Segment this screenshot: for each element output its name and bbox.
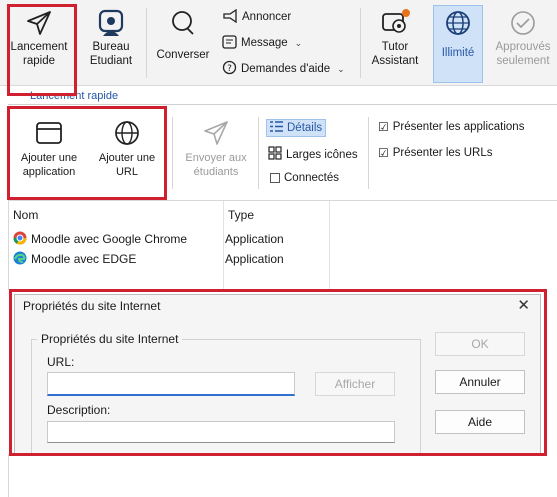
- show-button[interactable]: Afficher: [315, 372, 395, 396]
- tutor-gear-icon: [379, 6, 411, 40]
- show-applications-checkbox[interactable]: ☑ Présenter les applications: [378, 120, 524, 134]
- connected-checkbox-box[interactable]: [270, 173, 280, 183]
- converse-label: Converser: [156, 49, 210, 61]
- send-to-students-label: Envoyer aux étudiants: [185, 152, 247, 178]
- send-to-students-button[interactable]: Envoyer aux étudiants: [178, 115, 254, 179]
- list-continuation: [8, 454, 557, 497]
- message-icon: [222, 34, 237, 52]
- column-header-type[interactable]: Type: [228, 208, 254, 222]
- large-icons-view-button[interactable]: Larges icônes: [268, 146, 358, 163]
- connected-checkbox[interactable]: Connectés: [270, 172, 339, 184]
- show-applications-check[interactable]: ☑: [378, 120, 389, 134]
- add-url-button[interactable]: Ajouter une URL: [92, 115, 162, 179]
- cancel-button-label: Annuler: [459, 375, 501, 389]
- message-label: Message: [241, 37, 288, 49]
- unlimited-button[interactable]: Illimité: [433, 5, 483, 83]
- ribbon-toolbar: Lancement rapide Bureau Etudiant Convers…: [0, 0, 557, 86]
- url-label: URL:: [47, 355, 75, 369]
- cancel-button[interactable]: Annuler: [435, 370, 525, 394]
- list-item-type: Application: [225, 252, 284, 266]
- dialog-title: Propriétés du site Internet: [23, 299, 161, 313]
- details-list-icon: [270, 121, 283, 135]
- show-urls-label: Présenter les URLs: [392, 147, 493, 159]
- quick-launch-toolbar: Ajouter une application Ajouter une URL …: [8, 104, 557, 200]
- unlimited-label: Illimité: [441, 47, 475, 59]
- ribbon-divider: [146, 8, 147, 78]
- chrome-icon: [13, 231, 27, 248]
- quick-launch-tab-label: Lancement rapide: [30, 90, 119, 102]
- description-label: Description:: [47, 403, 111, 417]
- help-button[interactable]: Aide: [435, 410, 525, 434]
- help-circle-icon: ?: [222, 60, 237, 78]
- toolbar-divider: [258, 117, 259, 189]
- description-input[interactable]: [47, 421, 395, 443]
- add-application-button[interactable]: Ajouter une application: [12, 115, 86, 179]
- application-list: Nom Type Moodle avec Google Chrome Appli…: [8, 200, 557, 291]
- quick-launch-button[interactable]: Lancement rapide: [4, 6, 74, 80]
- edge-icon: [13, 251, 27, 268]
- globe-icon: [113, 115, 141, 151]
- connected-label: Connectés: [284, 172, 339, 184]
- add-url-label: Ajouter une URL: [98, 152, 156, 178]
- show-button-label: Afficher: [334, 377, 376, 391]
- student-desktop-icon: [96, 6, 126, 40]
- message-button[interactable]: Message ⌄: [222, 34, 302, 52]
- close-icon[interactable]: ✕: [517, 296, 530, 314]
- ribbon-divider: [360, 8, 361, 78]
- show-urls-check[interactable]: ☑: [378, 146, 389, 160]
- chevron-down-icon: ⌄: [294, 37, 303, 48]
- check-circle-icon: [508, 6, 538, 40]
- converse-button[interactable]: Converser: [152, 6, 214, 80]
- list-item[interactable]: Moodle avec Google Chrome Application: [13, 230, 284, 248]
- announce-button[interactable]: Annoncer: [222, 8, 291, 26]
- quick-launch-label: Lancement rapide: [10, 41, 68, 67]
- large-icons-view-label: Larges icônes: [286, 148, 358, 161]
- large-icons-grid-icon: [268, 146, 282, 163]
- toolbar-divider: [172, 117, 173, 189]
- column-divider: [329, 201, 330, 291]
- chat-bubble-icon: [168, 6, 198, 40]
- paper-plane-icon: [25, 6, 53, 40]
- chevron-down-icon: ⌄: [337, 63, 345, 74]
- add-application-label: Ajouter une application: [20, 152, 78, 178]
- help-requests-button[interactable]: ? Demandes d'aide ⌄: [222, 60, 345, 78]
- ok-button[interactable]: OK: [435, 332, 525, 356]
- student-desktop-label: Bureau Etudiant: [89, 41, 133, 67]
- column-header-name[interactable]: Nom: [13, 208, 38, 222]
- announce-label: Annoncer: [242, 11, 292, 23]
- approved-only-label: Approuvés seulement: [495, 41, 551, 67]
- list-item-name: Moodle avec Google Chrome: [31, 232, 188, 246]
- details-view-label: Détails: [287, 122, 323, 134]
- show-applications-label: Présenter les applications: [392, 121, 525, 133]
- list-item[interactable]: Moodle avec EDGE Application: [13, 250, 284, 268]
- megaphone-icon: [222, 8, 238, 26]
- tutor-assistant-label: Tutor Assistant: [371, 41, 419, 67]
- list-item-name: Moodle avec EDGE: [31, 252, 137, 266]
- show-urls-checkbox[interactable]: ☑ Présenter les URLs: [378, 146, 492, 160]
- details-view-button[interactable]: Détails: [266, 119, 327, 137]
- paper-plane-icon: [202, 115, 230, 151]
- list-item-type: Application: [225, 232, 284, 246]
- help-requests-label: Demandes d'aide: [241, 63, 331, 75]
- svg-text:?: ?: [227, 64, 232, 74]
- website-properties-dialog: Propriétés du site Internet ✕ Propriétés…: [14, 294, 541, 455]
- toolbar-divider: [368, 117, 369, 189]
- group-title: Propriétés du site Internet: [37, 332, 183, 346]
- quick-launch-tab[interactable]: Lancement rapide: [30, 90, 118, 102]
- student-desktop-button[interactable]: Bureau Etudiant: [80, 6, 142, 80]
- tutor-assistant-button[interactable]: Tutor Assistant: [364, 6, 426, 80]
- help-button-label: Aide: [467, 415, 493, 429]
- approved-only-button[interactable]: Approuvés seulement: [490, 6, 556, 80]
- ok-button-label: OK: [471, 337, 489, 351]
- globe-icon: [443, 6, 473, 40]
- application-window-icon: [35, 115, 63, 151]
- url-input[interactable]: [47, 372, 295, 396]
